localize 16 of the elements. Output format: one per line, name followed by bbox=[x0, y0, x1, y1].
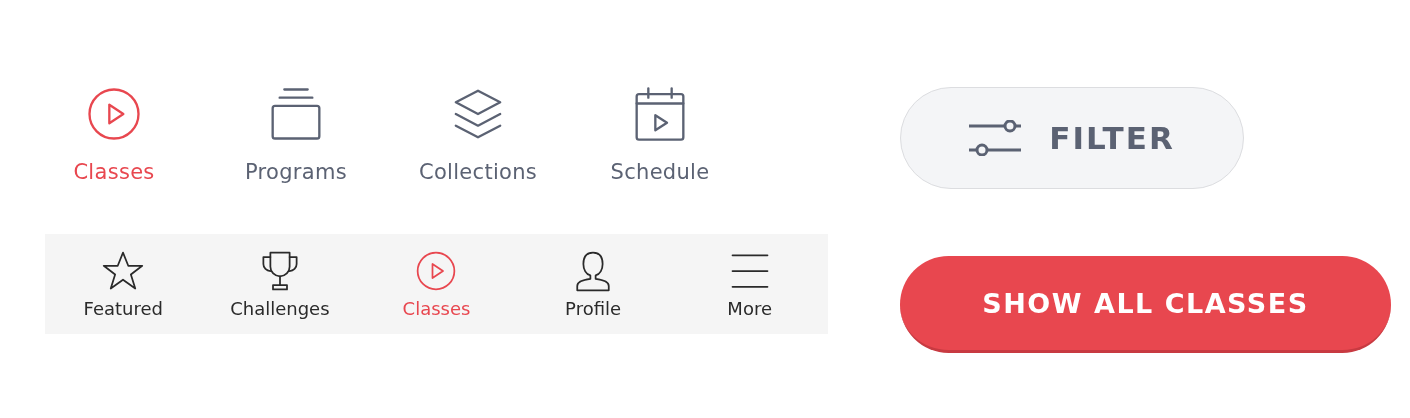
nav-tab[interactable]: Profile bbox=[514, 249, 672, 319]
filter-button[interactable]: FILTER bbox=[900, 87, 1244, 189]
play-circle-icon bbox=[415, 249, 458, 292]
calendar-icon bbox=[632, 86, 688, 142]
play-circle-icon bbox=[86, 86, 142, 142]
star-icon bbox=[102, 249, 145, 292]
nav-tab[interactable]: More bbox=[671, 249, 828, 319]
category-tab[interactable]: Programs bbox=[205, 86, 387, 184]
nav-tab[interactable]: Classes bbox=[358, 249, 515, 319]
category-tab[interactable]: Classes bbox=[23, 86, 205, 184]
sliders-icon bbox=[969, 120, 1022, 156]
category-tab[interactable]: Collections bbox=[387, 86, 569, 184]
nav-tab[interactable]: Challenges bbox=[201, 249, 359, 319]
show-all-classes-button[interactable]: SHOW ALL CLASSES bbox=[900, 256, 1391, 353]
nav-tab[interactable]: Featured bbox=[45, 249, 202, 319]
category-tab[interactable]: Schedule bbox=[569, 86, 751, 184]
